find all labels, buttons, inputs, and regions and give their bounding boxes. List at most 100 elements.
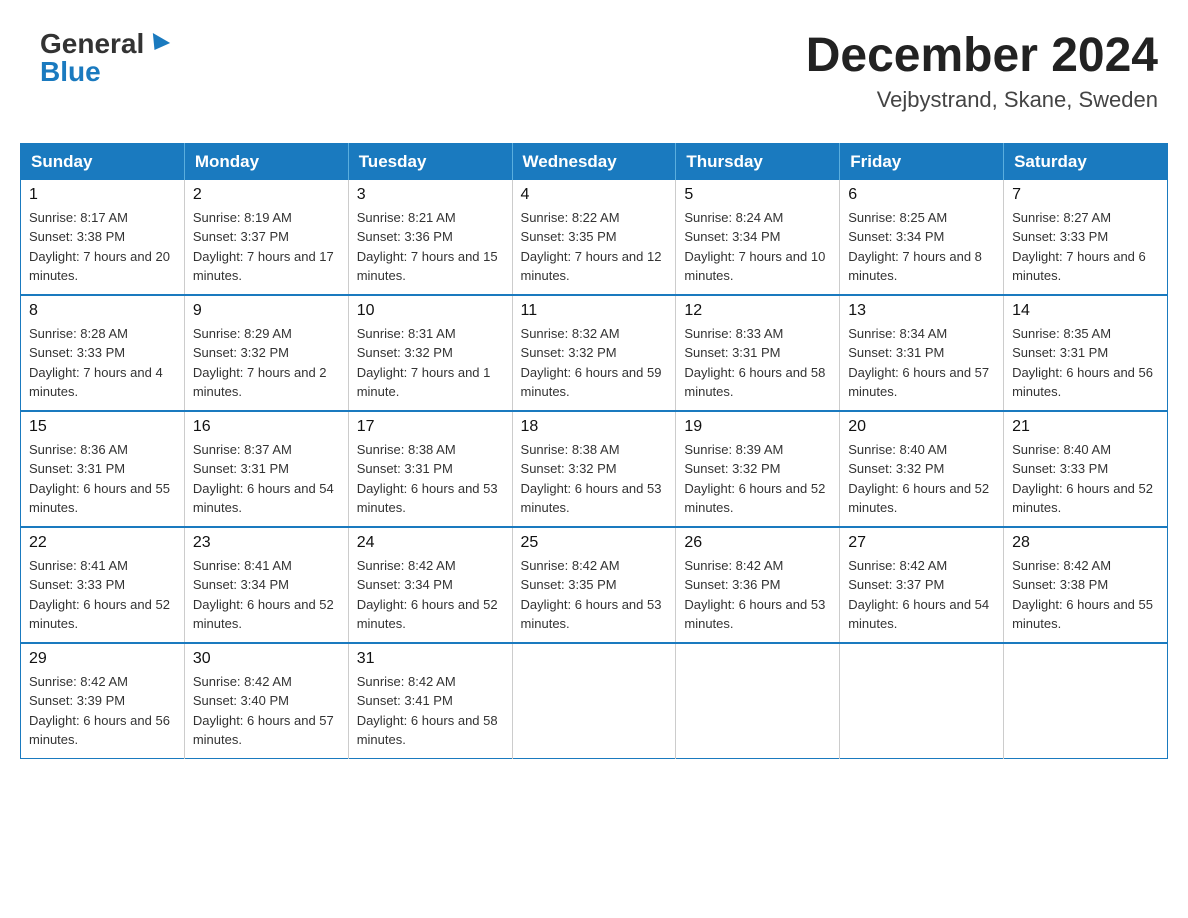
month-title: December 2024 [806, 30, 1158, 83]
calendar-day-cell: 18 Sunrise: 8:38 AMSunset: 3:32 PMDaylig… [512, 411, 676, 527]
day-info: Sunrise: 8:39 AMSunset: 3:32 PMDaylight:… [684, 440, 831, 518]
day-number: 11 [521, 302, 668, 320]
day-number: 10 [357, 302, 504, 320]
calendar-day-cell: 12 Sunrise: 8:33 AMSunset: 3:31 PMDaylig… [676, 295, 840, 411]
day-number: 9 [193, 302, 340, 320]
calendar-day-cell: 1 Sunrise: 8:17 AMSunset: 3:38 PMDayligh… [21, 180, 185, 295]
calendar-day-cell: 4 Sunrise: 8:22 AMSunset: 3:35 PMDayligh… [512, 180, 676, 295]
day-number: 21 [1012, 418, 1159, 436]
day-info: Sunrise: 8:32 AMSunset: 3:32 PMDaylight:… [521, 324, 668, 402]
day-number: 1 [29, 186, 176, 204]
day-info: Sunrise: 8:41 AMSunset: 3:33 PMDaylight:… [29, 556, 176, 634]
day-info: Sunrise: 8:42 AMSunset: 3:39 PMDaylight:… [29, 672, 176, 750]
calendar-day-cell: 9 Sunrise: 8:29 AMSunset: 3:32 PMDayligh… [184, 295, 348, 411]
day-number: 24 [357, 534, 504, 552]
calendar-day-cell [1004, 643, 1168, 759]
day-number: 16 [193, 418, 340, 436]
day-info: Sunrise: 8:37 AMSunset: 3:31 PMDaylight:… [193, 440, 340, 518]
calendar-table: Sunday Monday Tuesday Wednesday Thursday… [20, 143, 1168, 759]
day-info: Sunrise: 8:41 AMSunset: 3:34 PMDaylight:… [193, 556, 340, 634]
calendar-day-cell [676, 643, 840, 759]
day-number: 31 [357, 650, 504, 668]
day-info: Sunrise: 8:42 AMSunset: 3:41 PMDaylight:… [357, 672, 504, 750]
day-number: 3 [357, 186, 504, 204]
day-info: Sunrise: 8:42 AMSunset: 3:34 PMDaylight:… [357, 556, 504, 634]
calendar-day-cell: 20 Sunrise: 8:40 AMSunset: 3:32 PMDaylig… [840, 411, 1004, 527]
day-info: Sunrise: 8:38 AMSunset: 3:31 PMDaylight:… [357, 440, 504, 518]
calendar-day-cell: 5 Sunrise: 8:24 AMSunset: 3:34 PMDayligh… [676, 180, 840, 295]
calendar-day-cell: 14 Sunrise: 8:35 AMSunset: 3:31 PMDaylig… [1004, 295, 1168, 411]
day-number: 22 [29, 534, 176, 552]
logo-general-text: General [40, 30, 144, 58]
calendar-day-cell: 13 Sunrise: 8:34 AMSunset: 3:31 PMDaylig… [840, 295, 1004, 411]
day-number: 2 [193, 186, 340, 204]
header-friday: Friday [840, 143, 1004, 180]
day-info: Sunrise: 8:33 AMSunset: 3:31 PMDaylight:… [684, 324, 831, 402]
day-number: 29 [29, 650, 176, 668]
calendar-day-cell: 19 Sunrise: 8:39 AMSunset: 3:32 PMDaylig… [676, 411, 840, 527]
header-monday: Monday [184, 143, 348, 180]
calendar-day-cell [840, 643, 1004, 759]
calendar-day-cell: 7 Sunrise: 8:27 AMSunset: 3:33 PMDayligh… [1004, 180, 1168, 295]
calendar-day-cell: 15 Sunrise: 8:36 AMSunset: 3:31 PMDaylig… [21, 411, 185, 527]
day-number: 18 [521, 418, 668, 436]
calendar-day-cell: 11 Sunrise: 8:32 AMSunset: 3:32 PMDaylig… [512, 295, 676, 411]
calendar-day-cell [512, 643, 676, 759]
day-info: Sunrise: 8:17 AMSunset: 3:38 PMDaylight:… [29, 208, 176, 286]
day-info: Sunrise: 8:42 AMSunset: 3:37 PMDaylight:… [848, 556, 995, 634]
calendar-day-cell: 31 Sunrise: 8:42 AMSunset: 3:41 PMDaylig… [348, 643, 512, 759]
calendar-week-row: 15 Sunrise: 8:36 AMSunset: 3:31 PMDaylig… [21, 411, 1168, 527]
day-number: 8 [29, 302, 176, 320]
day-number: 30 [193, 650, 340, 668]
day-number: 26 [684, 534, 831, 552]
day-number: 15 [29, 418, 176, 436]
calendar-day-cell: 27 Sunrise: 8:42 AMSunset: 3:37 PMDaylig… [840, 527, 1004, 643]
location-subtitle: Vejbystrand, Skane, Sweden [806, 87, 1158, 113]
day-info: Sunrise: 8:25 AMSunset: 3:34 PMDaylight:… [848, 208, 995, 286]
calendar-day-cell: 17 Sunrise: 8:38 AMSunset: 3:31 PMDaylig… [348, 411, 512, 527]
header-sunday: Sunday [21, 143, 185, 180]
day-info: Sunrise: 8:21 AMSunset: 3:36 PMDaylight:… [357, 208, 504, 286]
calendar-week-row: 8 Sunrise: 8:28 AMSunset: 3:33 PMDayligh… [21, 295, 1168, 411]
calendar-day-cell: 26 Sunrise: 8:42 AMSunset: 3:36 PMDaylig… [676, 527, 840, 643]
header-tuesday: Tuesday [348, 143, 512, 180]
day-info: Sunrise: 8:35 AMSunset: 3:31 PMDaylight:… [1012, 324, 1159, 402]
logo: General Blue [40, 30, 168, 86]
logo-triangle-icon [146, 33, 170, 55]
day-info: Sunrise: 8:34 AMSunset: 3:31 PMDaylight:… [848, 324, 995, 402]
logo-blue-text: Blue [40, 58, 101, 86]
day-number: 20 [848, 418, 995, 436]
calendar-week-row: 1 Sunrise: 8:17 AMSunset: 3:38 PMDayligh… [21, 180, 1168, 295]
calendar-day-cell: 8 Sunrise: 8:28 AMSunset: 3:33 PMDayligh… [21, 295, 185, 411]
calendar-day-cell: 25 Sunrise: 8:42 AMSunset: 3:35 PMDaylig… [512, 527, 676, 643]
calendar-day-cell: 30 Sunrise: 8:42 AMSunset: 3:40 PMDaylig… [184, 643, 348, 759]
day-info: Sunrise: 8:29 AMSunset: 3:32 PMDaylight:… [193, 324, 340, 402]
day-info: Sunrise: 8:31 AMSunset: 3:32 PMDaylight:… [357, 324, 504, 402]
calendar-day-cell: 23 Sunrise: 8:41 AMSunset: 3:34 PMDaylig… [184, 527, 348, 643]
calendar-day-cell: 24 Sunrise: 8:42 AMSunset: 3:34 PMDaylig… [348, 527, 512, 643]
day-info: Sunrise: 8:42 AMSunset: 3:35 PMDaylight:… [521, 556, 668, 634]
day-info: Sunrise: 8:19 AMSunset: 3:37 PMDaylight:… [193, 208, 340, 286]
day-info: Sunrise: 8:40 AMSunset: 3:32 PMDaylight:… [848, 440, 995, 518]
title-area: December 2024 Vejbystrand, Skane, Sweden [806, 30, 1158, 113]
calendar-day-cell: 16 Sunrise: 8:37 AMSunset: 3:31 PMDaylig… [184, 411, 348, 527]
day-number: 13 [848, 302, 995, 320]
day-info: Sunrise: 8:22 AMSunset: 3:35 PMDaylight:… [521, 208, 668, 286]
day-info: Sunrise: 8:24 AMSunset: 3:34 PMDaylight:… [684, 208, 831, 286]
header-saturday: Saturday [1004, 143, 1168, 180]
header-thursday: Thursday [676, 143, 840, 180]
day-info: Sunrise: 8:42 AMSunset: 3:38 PMDaylight:… [1012, 556, 1159, 634]
day-number: 6 [848, 186, 995, 204]
day-info: Sunrise: 8:27 AMSunset: 3:33 PMDaylight:… [1012, 208, 1159, 286]
day-number: 17 [357, 418, 504, 436]
day-info: Sunrise: 8:42 AMSunset: 3:36 PMDaylight:… [684, 556, 831, 634]
day-number: 12 [684, 302, 831, 320]
calendar-day-cell: 3 Sunrise: 8:21 AMSunset: 3:36 PMDayligh… [348, 180, 512, 295]
day-info: Sunrise: 8:42 AMSunset: 3:40 PMDaylight:… [193, 672, 340, 750]
calendar-day-cell: 22 Sunrise: 8:41 AMSunset: 3:33 PMDaylig… [21, 527, 185, 643]
calendar-day-cell: 6 Sunrise: 8:25 AMSunset: 3:34 PMDayligh… [840, 180, 1004, 295]
day-number: 14 [1012, 302, 1159, 320]
day-number: 7 [1012, 186, 1159, 204]
day-number: 27 [848, 534, 995, 552]
day-number: 19 [684, 418, 831, 436]
